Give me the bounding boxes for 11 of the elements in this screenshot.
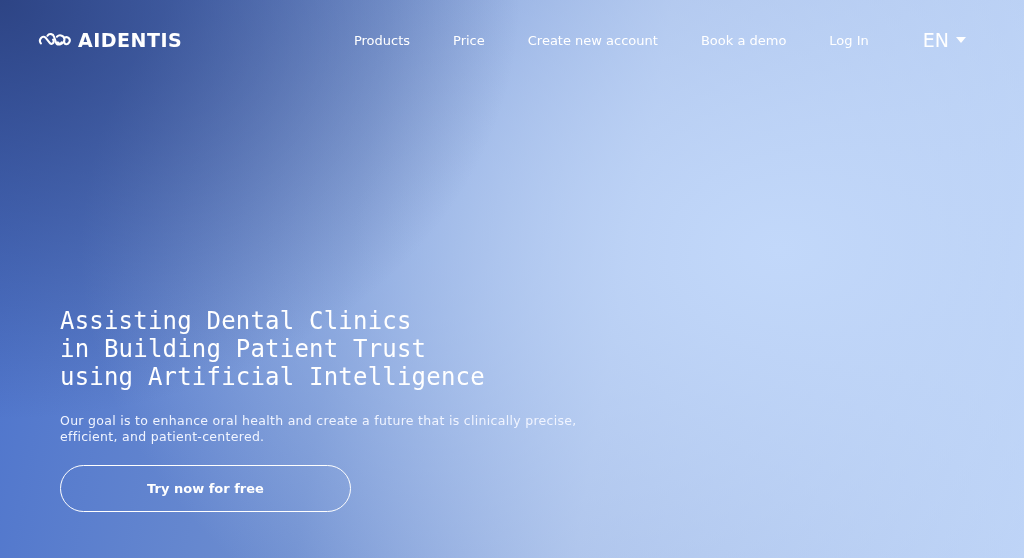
hero-heading: Assisting Dental Clinics in Building Patient Trust using Artificial Intelligence [60,307,486,391]
hero-description: Our goal is to enhance oral health and create a future that is clinically precise, efficient, and patient-centered. [60,413,578,445]
caret-icon [956,37,966,43]
language-selector[interactable]: EN [922,29,966,51]
nav-link[interactable]: Create new account [527,32,658,48]
nav-link[interactable]: Log In [829,32,869,48]
logo-icon [38,31,72,49]
logo-text[interactable]: AIDENTIS [78,29,183,51]
nav-link[interactable]: Products [353,32,411,48]
nav-link[interactable]: Book a demo [700,32,787,48]
nav-link[interactable]: Price [453,32,485,48]
